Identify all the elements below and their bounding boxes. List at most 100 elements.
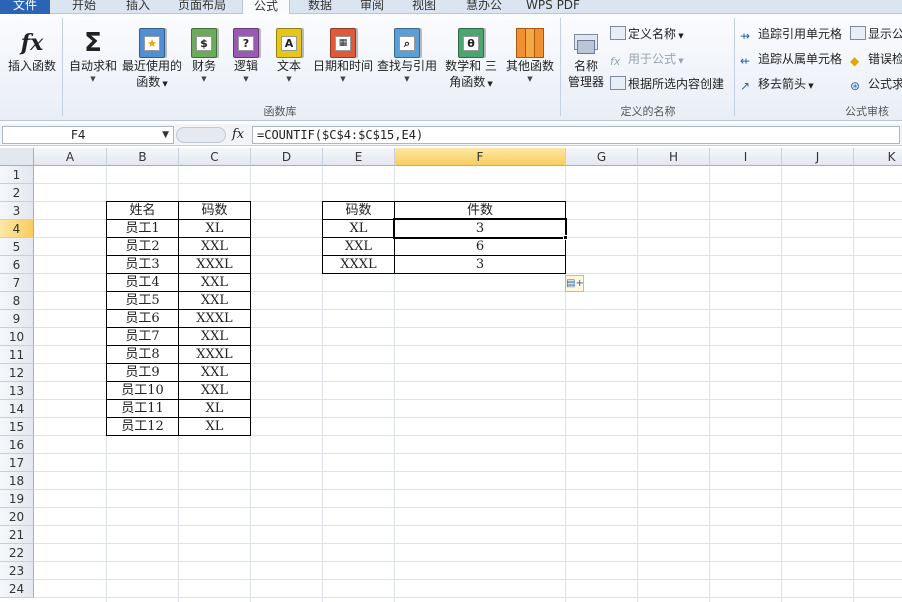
fill-handle[interactable] bbox=[563, 235, 568, 240]
spreadsheet-grid[interactable]: ABCDEFGHIJK 1 2 3 4 5 6 7 8 9 10 11 12 13 14 15 16 17 18 1… bbox=[0, 148, 902, 602]
formula-bar-resize-handle[interactable] bbox=[176, 127, 226, 143]
table1-cell[interactable]: XXL bbox=[178, 273, 251, 292]
tab-wps-pdf[interactable]: WPS PDF bbox=[520, 0, 586, 14]
name-box[interactable]: F4 ▼ bbox=[2, 126, 174, 144]
table1-cell[interactable]: 员工7 bbox=[106, 327, 179, 346]
define-name-button[interactable]: 定义名称 ▼ bbox=[610, 26, 684, 44]
column-header-C[interactable]: C bbox=[179, 148, 251, 166]
table1-cell[interactable]: 员工6 bbox=[106, 309, 179, 328]
table2-header-cell[interactable]: 件数 bbox=[394, 201, 566, 220]
table1-header-cell[interactable]: 姓名 bbox=[106, 201, 179, 220]
create-from-selection-button[interactable]: 根据所选内容创建 bbox=[610, 76, 724, 92]
row-header-15[interactable]: 15 bbox=[0, 418, 34, 436]
table1-cell[interactable]: 员工9 bbox=[106, 363, 179, 382]
table2-cell[interactable]: XXXL bbox=[322, 255, 395, 274]
table1-cell[interactable]: 员工4 bbox=[106, 273, 179, 292]
row-header-21[interactable]: 21 bbox=[0, 526, 34, 544]
column-header-K[interactable]: K bbox=[854, 148, 902, 166]
logical-button[interactable]: ? 逻辑 ▼ bbox=[228, 28, 264, 84]
formula-input[interactable]: =COUNTIF($C$4:$C$15,E4) bbox=[252, 126, 900, 144]
use-in-formula-button[interactable]: fx 用于公式 ▼ bbox=[610, 51, 684, 69]
lookup-reference-button[interactable]: ⌕ 查找与引用 ▼ bbox=[376, 28, 438, 84]
table2-header-cell[interactable]: 码数 bbox=[322, 201, 395, 220]
autosum-button[interactable]: Σ 自动求和 ▼ bbox=[66, 28, 120, 84]
row-header-14[interactable]: 14 bbox=[0, 400, 34, 418]
table2-cell[interactable]: 3 bbox=[394, 219, 566, 238]
chevron-down-icon[interactable]: ▼ bbox=[162, 127, 169, 143]
column-header-A[interactable]: A bbox=[34, 148, 107, 166]
table1-cell[interactable]: 员工11 bbox=[106, 399, 179, 418]
row-header-12[interactable]: 12 bbox=[0, 364, 34, 382]
row-header-19[interactable]: 19 bbox=[0, 490, 34, 508]
row-header-11[interactable]: 11 bbox=[0, 346, 34, 364]
table1-cell[interactable]: 员工3 bbox=[106, 255, 179, 274]
row-header-20[interactable]: 20 bbox=[0, 508, 34, 526]
table1-cell[interactable]: XXXL bbox=[178, 345, 251, 364]
table2-cell[interactable]: XXL bbox=[322, 237, 395, 256]
column-header-D[interactable]: D bbox=[251, 148, 323, 166]
table1-cell[interactable]: 员工8 bbox=[106, 345, 179, 364]
row-header-4[interactable]: 4 bbox=[0, 220, 34, 238]
row-header-13[interactable]: 13 bbox=[0, 382, 34, 400]
table2-cell[interactable]: XL bbox=[322, 219, 395, 238]
more-functions-button[interactable]: 其他函数 ▼ bbox=[503, 28, 557, 84]
row-header-24[interactable]: 24 bbox=[0, 580, 34, 598]
trace-precedents-button[interactable]: ⇸ 追踪引用单元格 bbox=[740, 26, 842, 43]
math-trig-button[interactable]: θ 数学和 三角函数 ▼ bbox=[442, 28, 500, 92]
table1-cell[interactable]: XXL bbox=[178, 363, 251, 382]
table1-cell[interactable]: XL bbox=[178, 399, 251, 418]
table2-cell[interactable]: 6 bbox=[394, 237, 566, 256]
row-header-3[interactable]: 3 bbox=[0, 202, 34, 220]
remove-arrows-button[interactable]: ↗ 移去箭头 ▼ bbox=[740, 76, 814, 94]
row-header-6[interactable]: 6 bbox=[0, 256, 34, 274]
column-header-E[interactable]: E bbox=[323, 148, 395, 166]
insert-function-button[interactable]: fx 插入函数 bbox=[4, 28, 60, 74]
table1-header-cell[interactable]: 码数 bbox=[178, 201, 251, 220]
recently-used-button[interactable]: ★ 最近使用的 函数 ▼ bbox=[121, 28, 183, 92]
row-header-2[interactable]: 2 bbox=[0, 184, 34, 202]
tab-huibangong[interactable]: 慧办公 bbox=[456, 0, 512, 14]
table1-cell[interactable]: XXL bbox=[178, 327, 251, 346]
tab-insert[interactable]: 插入 bbox=[116, 0, 160, 14]
row-header-1[interactable]: 1 bbox=[0, 166, 34, 184]
table1-cell[interactable]: 员工10 bbox=[106, 381, 179, 400]
column-header-H[interactable]: H bbox=[638, 148, 710, 166]
table1-cell[interactable]: 员工5 bbox=[106, 291, 179, 310]
financial-button[interactable]: $ 财务 ▼ bbox=[186, 28, 222, 84]
table1-cell[interactable]: 员工1 bbox=[106, 219, 179, 238]
column-header-G[interactable]: G bbox=[566, 148, 638, 166]
table2-cell[interactable]: 3 bbox=[394, 255, 566, 274]
row-header-17[interactable]: 17 bbox=[0, 454, 34, 472]
table1-cell[interactable]: XXL bbox=[178, 291, 251, 310]
column-header-J[interactable]: J bbox=[782, 148, 854, 166]
evaluate-formula-button[interactable]: ⊛ 公式求 bbox=[850, 76, 902, 93]
trace-dependents-button[interactable]: ⇷ 追踪从属单元格 bbox=[740, 51, 842, 68]
tab-home[interactable]: 开始 bbox=[62, 0, 106, 14]
row-header-23[interactable]: 23 bbox=[0, 562, 34, 580]
tab-formulas[interactable]: 公式 bbox=[242, 0, 290, 15]
row-header-5[interactable]: 5 bbox=[0, 238, 34, 256]
table1-cell[interactable]: XL bbox=[178, 417, 251, 436]
row-header-22[interactable]: 22 bbox=[0, 544, 34, 562]
row-header-18[interactable]: 18 bbox=[0, 472, 34, 490]
table1-cell[interactable]: 员工12 bbox=[106, 417, 179, 436]
tab-file[interactable]: 文件 bbox=[0, 0, 50, 14]
tab-page-layout[interactable]: 页面布局 bbox=[170, 0, 234, 14]
column-header-I[interactable]: I bbox=[710, 148, 782, 166]
auto-fill-options-icon[interactable]: ▤+ bbox=[565, 275, 584, 292]
table1-cell[interactable]: XXL bbox=[178, 237, 251, 256]
column-header-F[interactable]: F bbox=[395, 148, 566, 166]
tab-view[interactable]: 视图 bbox=[402, 0, 446, 14]
row-header-8[interactable]: 8 bbox=[0, 292, 34, 310]
row-header-16[interactable]: 16 bbox=[0, 436, 34, 454]
row-header-9[interactable]: 9 bbox=[0, 310, 34, 328]
table1-cell[interactable]: XXXL bbox=[178, 309, 251, 328]
tab-review[interactable]: 审阅 bbox=[350, 0, 394, 14]
table1-cell[interactable]: XL bbox=[178, 219, 251, 238]
table1-cell[interactable]: XXXL bbox=[178, 255, 251, 274]
name-manager-button[interactable]: 名称 管理器 bbox=[564, 28, 608, 90]
date-time-button[interactable]: ▦ 日期和时间 ▼ bbox=[312, 28, 374, 84]
insert-function-fx-button[interactable]: fx bbox=[232, 127, 244, 142]
table1-cell[interactable]: XXL bbox=[178, 381, 251, 400]
row-header-7[interactable]: 7 bbox=[0, 274, 34, 292]
